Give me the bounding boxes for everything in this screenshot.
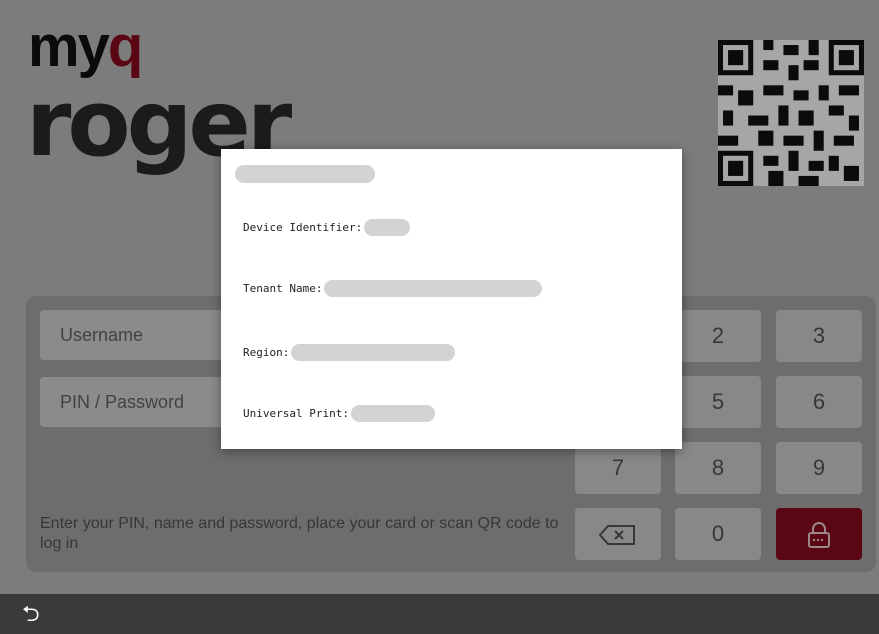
device-identifier-label: Device Identifier:	[243, 221, 363, 234]
region-row: Region:	[243, 344, 456, 361]
back-arrow-icon[interactable]: ⮌	[22, 598, 40, 630]
dialog-title-redacted	[235, 165, 375, 183]
universal-print-label: Universal Print:	[243, 407, 349, 420]
universal-print-value-redacted	[350, 405, 435, 422]
region-value-redacted	[291, 344, 456, 361]
tenant-name-value-redacted	[324, 280, 543, 297]
device-identifier-row: Device Identifier:	[243, 219, 411, 236]
tenant-name-label: Tenant Name:	[243, 282, 323, 295]
device-info-dialog: Device Identifier: Tenant Name: Region: …	[221, 149, 682, 449]
bottom-bar: ⮌	[0, 594, 879, 634]
tenant-name-row: Tenant Name:	[243, 280, 543, 297]
region-label: Region:	[243, 346, 290, 359]
universal-print-row: Universal Print:	[243, 405, 435, 422]
device-identifier-value-redacted	[364, 219, 411, 236]
